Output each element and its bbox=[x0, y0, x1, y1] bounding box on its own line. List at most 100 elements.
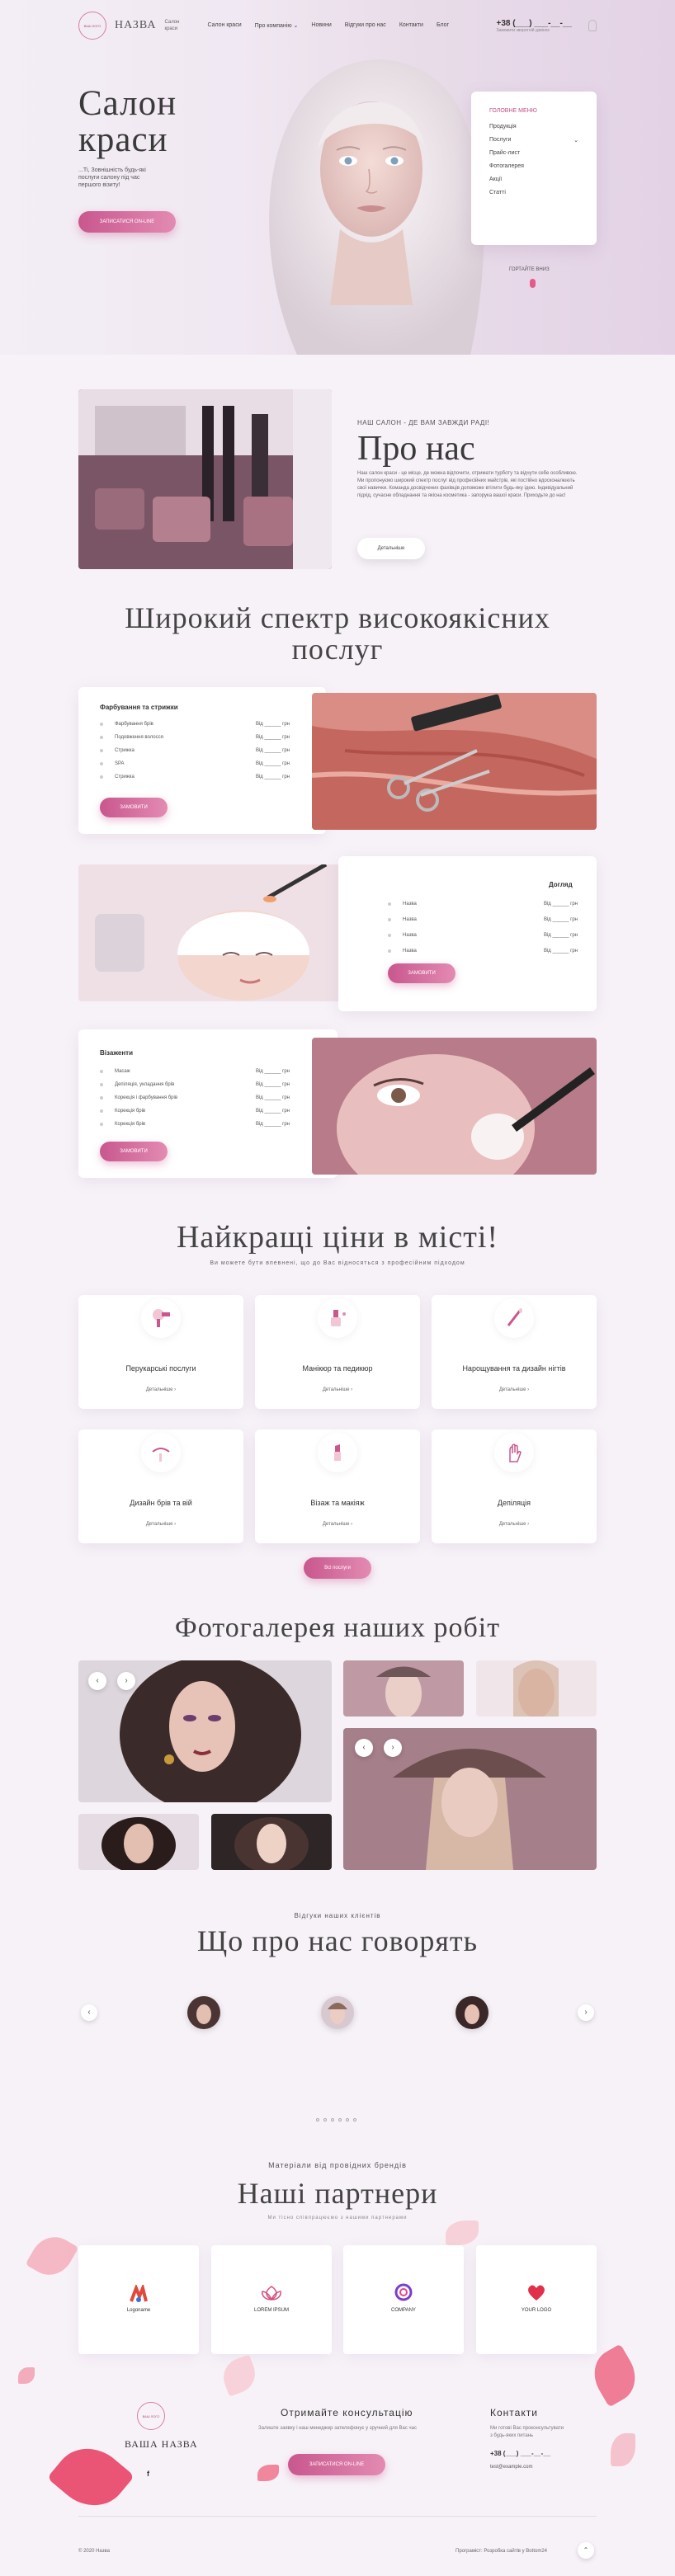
callback-link[interactable]: Замовити зворотній дзвінок bbox=[497, 28, 572, 33]
partner-logo-lorem-ipsum[interactable]: LOREM IPSUM bbox=[211, 2245, 332, 2354]
order-button[interactable]: ЗАМОВИТИ bbox=[100, 1142, 168, 1161]
partner-logo-logoname[interactable]: Logoname bbox=[78, 2245, 199, 2354]
bell-icon[interactable] bbox=[588, 20, 597, 31]
petal-decoration bbox=[25, 2228, 79, 2284]
reviewer-avatar[interactable] bbox=[456, 1996, 489, 2029]
gallery-next-arrow[interactable]: › bbox=[117, 1672, 135, 1690]
hand-icon bbox=[494, 1433, 534, 1472]
header-phone[interactable]: +38 (___) ___-__-__ Замовити зворотній д… bbox=[497, 19, 572, 33]
partners-text: Ми тісно співпрацюємо з нашими партнерам… bbox=[267, 2216, 408, 2220]
nav-item-blog[interactable]: Блог bbox=[437, 22, 449, 29]
petal-decoration bbox=[446, 2220, 479, 2245]
gallery-title: Фотогалерея наших робіт bbox=[174, 1613, 501, 1643]
price-tile-more[interactable]: Детальніше › bbox=[78, 1522, 243, 1527]
lotus-icon bbox=[262, 2286, 281, 2301]
about-subtitle: НАШ САЛОН - ДЕ ВАМ ЗАВЖДИ РАДІ! bbox=[357, 419, 490, 426]
all-services-button[interactable]: Всі послуги bbox=[304, 1557, 371, 1579]
price-tile-brows[interactable]: Дизайн брів та вій Детальніше › bbox=[78, 1429, 243, 1543]
menu-item-pricelist[interactable]: Прайс-лист bbox=[489, 150, 578, 163]
price-tile-nails[interactable]: Нарощування та дизайн нігтів Детальніше … bbox=[432, 1295, 597, 1409]
price-tile-title: Нарощування та дизайн нігтів bbox=[462, 1364, 566, 1373]
scroll-top-button[interactable]: ⌃ bbox=[578, 2542, 594, 2559]
hair-cutting-image bbox=[312, 693, 597, 830]
about-salon-image bbox=[78, 389, 332, 569]
about-text: Наш салон краси - це місце, де можна від… bbox=[357, 471, 578, 498]
facial-care-image bbox=[78, 864, 363, 1001]
hero-signup-button[interactable]: ЗАПИСАТИСЯ ON-LINE bbox=[78, 211, 176, 233]
scroll-mouse-icon[interactable] bbox=[530, 279, 536, 288]
price-tile-more[interactable]: Детальніше › bbox=[432, 1387, 597, 1392]
price-tile-hair[interactable]: Перукарські послуги Детальніше › bbox=[78, 1295, 243, 1409]
price-tile-more[interactable]: Детальніше › bbox=[255, 1387, 420, 1392]
gallery-prev-arrow[interactable]: ‹ bbox=[88, 1672, 106, 1690]
price-tile-manicure[interactable]: Манікюр та педикюр Детальніше › bbox=[255, 1295, 420, 1409]
consult-signup-button[interactable]: ЗАПИСАТИСЯ ON-LINE bbox=[288, 2454, 385, 2475]
hero-title: Салон краси bbox=[78, 86, 177, 158]
gallery-next-arrow[interactable]: › bbox=[384, 1739, 402, 1757]
reviews-pagination[interactable] bbox=[316, 2118, 356, 2122]
reviews-prev-arrow[interactable]: ‹ bbox=[81, 2004, 97, 2021]
hairdryer-icon bbox=[141, 1298, 181, 1338]
order-button[interactable]: ЗАМОВИТИ bbox=[100, 798, 168, 817]
menu-item-gallery[interactable]: Фотогалерея bbox=[489, 163, 578, 177]
service-row: Депіляція, укладання брів Від ______ грн bbox=[100, 1082, 290, 1087]
price-tile-more[interactable]: Детальніше › bbox=[255, 1522, 420, 1527]
menu-item-services[interactable]: Послуги ⌄ bbox=[489, 137, 578, 150]
menu-item-products[interactable]: Продукція bbox=[489, 124, 578, 137]
developer-credits[interactable]: Програміст: Розробка сайтів у Bottom24 bbox=[456, 2549, 547, 2554]
gallery-prev-arrow[interactable]: ‹ bbox=[355, 1739, 373, 1757]
price-tile-title: Манікюр та педикюр bbox=[302, 1364, 373, 1373]
lipstick-icon bbox=[318, 1433, 357, 1472]
main-nav: Салон краси Про компанію ⌄ Новини Відгук… bbox=[207, 22, 449, 29]
ring-logo-icon bbox=[394, 2283, 413, 2301]
brand-subtitle: Салон краси bbox=[164, 20, 180, 31]
footer-phone[interactable]: +38 (___) ___-__-__ bbox=[490, 2450, 550, 2457]
scroll-down-label: ГОРТАЙТЕ ВНИЗ bbox=[509, 267, 550, 272]
price-tile-more[interactable]: Детальніше › bbox=[78, 1387, 243, 1392]
prices-subtitle: Ви можете бути впевнені, що до Вас відно… bbox=[210, 1260, 465, 1266]
price-tile-more[interactable]: Детальніше › bbox=[432, 1522, 597, 1527]
logo[interactable]: ВАШ ЛОГО bbox=[78, 12, 106, 40]
consult-title: Отримайте консультацію bbox=[281, 2407, 413, 2418]
nav-item-news[interactable]: Новини bbox=[311, 22, 331, 29]
nav-item-reviews[interactable]: Відгуки про нас bbox=[345, 22, 386, 29]
reviewer-avatar[interactable] bbox=[187, 1996, 220, 2029]
footer-logo[interactable]: ВАШ ЛОГО bbox=[137, 2402, 165, 2430]
partner-logo-your-logo[interactable]: YOUR LOGO bbox=[476, 2245, 597, 2354]
chevron-down-icon: ⌄ bbox=[574, 138, 578, 144]
menu-item-promotions[interactable]: Акції bbox=[489, 177, 578, 190]
menu-item-articles[interactable]: Статті bbox=[489, 190, 578, 203]
order-button[interactable]: ЗАМОВИТИ bbox=[388, 963, 456, 983]
service-row: SPA Від ______ грн bbox=[100, 761, 290, 766]
hero-title-line2: краси bbox=[78, 120, 168, 159]
reviewer-avatar[interactable] bbox=[321, 1996, 354, 2029]
hero-title-line1: Салон bbox=[78, 84, 177, 123]
nav-item-salon[interactable]: Салон краси bbox=[207, 22, 241, 29]
service-card-heading: Догляд bbox=[549, 881, 573, 888]
nav-item-about[interactable]: Про компанію ⌄ bbox=[255, 22, 299, 29]
service-row: Стрижка Від ______ грн bbox=[100, 748, 290, 753]
partners-subtitle: Матеріали від провідних брендів bbox=[268, 2161, 407, 2169]
footer-email[interactable]: test@example.com bbox=[490, 2465, 532, 2470]
gallery-image-long-hair bbox=[343, 1728, 597, 1870]
service-row: Корекція брів Від ______ грн bbox=[100, 1122, 290, 1127]
hero-text: ...Ті, Зовнішність будь-які послуги сало… bbox=[78, 167, 146, 188]
brand-name: НАЗВА bbox=[115, 19, 157, 31]
facebook-icon[interactable]: f bbox=[147, 2470, 149, 2478]
eyebrow-icon bbox=[141, 1433, 181, 1472]
phone-number[interactable]: +38 (___) ___-__-__ bbox=[497, 19, 572, 28]
price-tile-makeup[interactable]: Візаж та макіяж Детальніше › bbox=[255, 1429, 420, 1543]
price-tile-depilation[interactable]: Депіляція Детальніше › bbox=[432, 1429, 597, 1543]
nav-item-contacts[interactable]: Контакти bbox=[399, 22, 423, 29]
reviews-next-arrow[interactable]: › bbox=[578, 2004, 594, 2021]
partner-logo-company[interactable]: COMPANY bbox=[343, 2245, 464, 2354]
partner-logo-icon bbox=[130, 2285, 148, 2302]
services-title: Широкий спектр високоякісних послуг bbox=[125, 601, 550, 666]
service-row: Подовження волосся Від ______ грн bbox=[100, 735, 290, 740]
petal-decoration bbox=[257, 2465, 279, 2481]
footer-divider bbox=[78, 2516, 597, 2517]
petal-decoration bbox=[218, 2354, 261, 2397]
about-more-button[interactable]: Детальніше bbox=[357, 538, 425, 559]
service-row: Корекція брів Від ______ грн bbox=[100, 1109, 290, 1114]
price-tile-title: Візаж та макіяж bbox=[310, 1499, 365, 1507]
